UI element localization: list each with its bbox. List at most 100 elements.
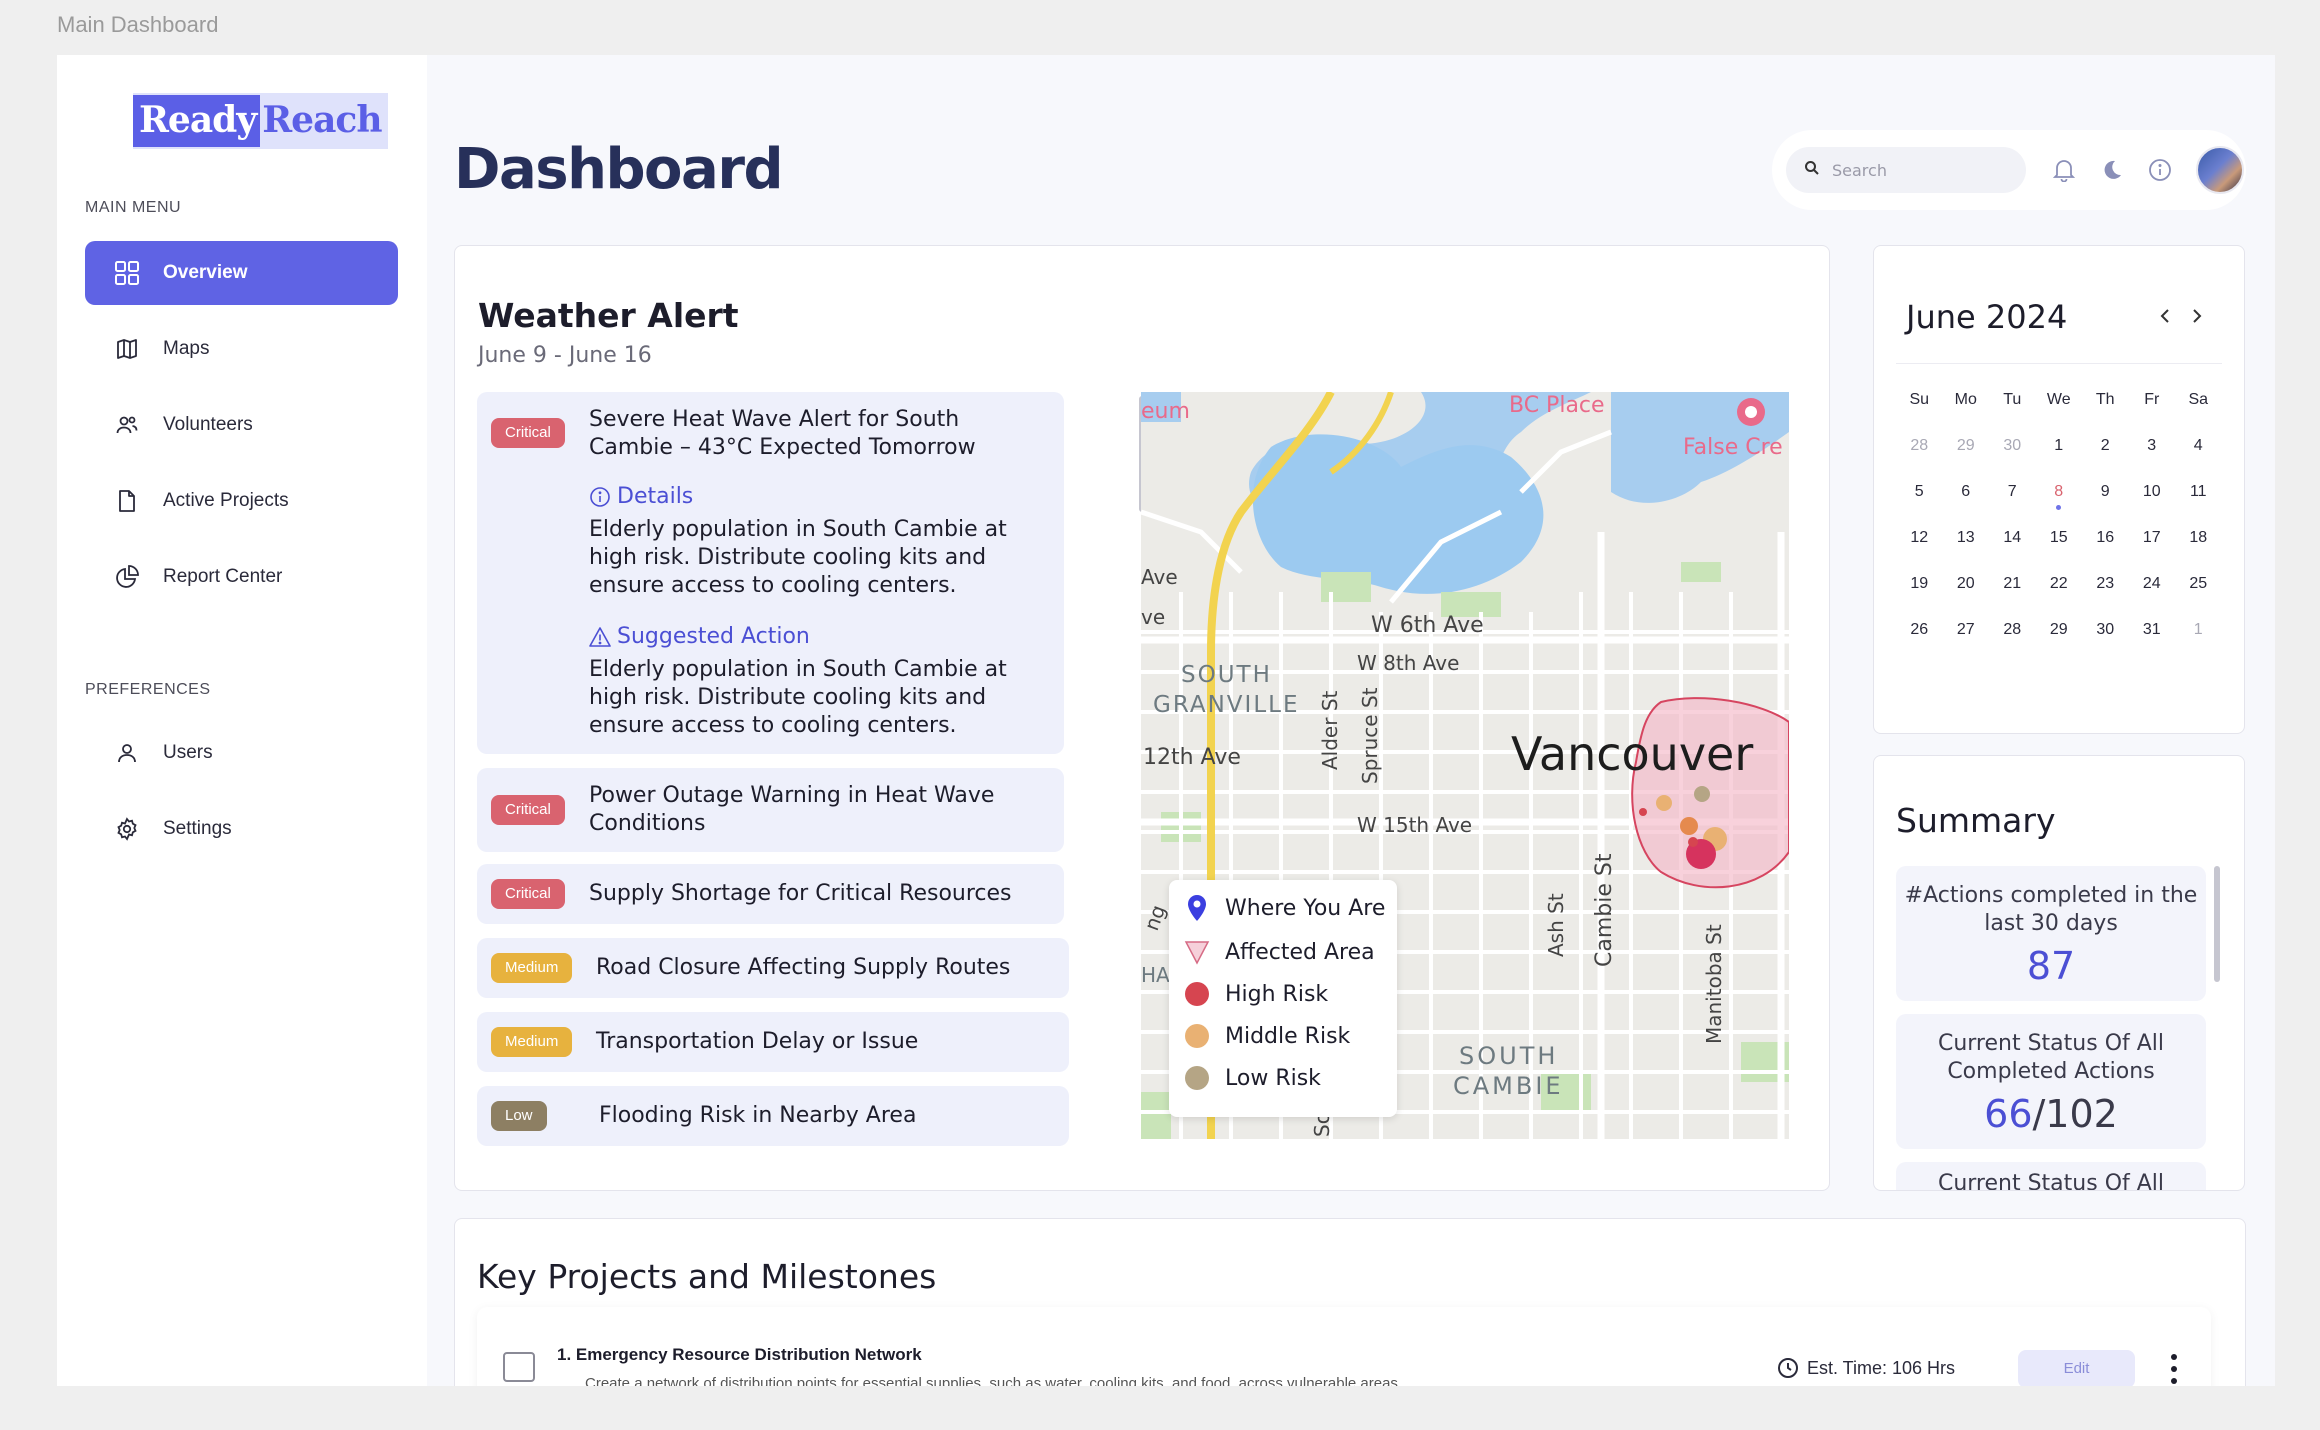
calendar-day[interactable]: 16 bbox=[2082, 529, 2129, 575]
alert-item[interactable]: Critical Supply Shortage for Critical Re… bbox=[477, 864, 1064, 924]
calendar-week: 5 6 7 8 9 10 11 bbox=[1896, 483, 2222, 529]
calendar-day[interactable]: 15 bbox=[2036, 529, 2083, 575]
project-name: 1. Emergency Resource Distribution Netwo… bbox=[557, 1345, 922, 1364]
sidebar-item-maps[interactable]: Maps bbox=[85, 317, 398, 381]
calendar-day[interactable]: 20 bbox=[1943, 575, 1990, 621]
map-label-south-cambie-1: SOUTH bbox=[1459, 1042, 1558, 1070]
weather-alert-title: Weather Alert bbox=[478, 296, 739, 335]
chevron-right-icon[interactable] bbox=[2189, 306, 2205, 331]
calendar-day[interactable]: 29 bbox=[2036, 621, 2083, 667]
moon-icon[interactable] bbox=[2098, 156, 2126, 184]
calendar-day[interactable]: 9 bbox=[2082, 483, 2129, 529]
calendar-day[interactable]: 31 bbox=[2129, 621, 2176, 667]
calendar-day[interactable]: 1 bbox=[2175, 621, 2222, 667]
pie-chart-icon bbox=[113, 563, 141, 591]
calendar-day-today[interactable]: 8 bbox=[2036, 483, 2083, 529]
info-icon[interactable] bbox=[2146, 156, 2174, 184]
calendar-day[interactable]: 12 bbox=[1896, 529, 1943, 575]
map-label-manitoba: Manitoba St bbox=[1702, 924, 1726, 1044]
calendar-day[interactable]: 13 bbox=[1943, 529, 1990, 575]
legend-label: Middle Risk bbox=[1225, 1023, 1351, 1049]
legend-label: Affected Area bbox=[1225, 939, 1375, 965]
calendar-day[interactable]: 3 bbox=[2129, 437, 2176, 483]
calendar-day[interactable]: 21 bbox=[1989, 575, 2036, 621]
project-checkbox[interactable] bbox=[503, 1352, 535, 1382]
low-risk-dot bbox=[1185, 1066, 1209, 1090]
location-pin-icon bbox=[1183, 894, 1211, 922]
map-label-ng: ng bbox=[1141, 902, 1170, 934]
avatar[interactable] bbox=[2196, 146, 2244, 194]
chevron-left-icon[interactable] bbox=[2157, 306, 2173, 331]
calendar-day[interactable]: 29 bbox=[1943, 437, 1990, 483]
people-icon bbox=[113, 411, 141, 439]
sidebar-item-settings[interactable]: Settings bbox=[85, 797, 398, 861]
calendar-day[interactable]: 6 bbox=[1943, 483, 1990, 529]
map-label-museum: eum bbox=[1141, 399, 1190, 424]
triangle-icon bbox=[1183, 938, 1211, 966]
alert-item[interactable]: Medium Transportation Delay or Issue bbox=[477, 1012, 1069, 1072]
details-heading[interactable]: Details bbox=[589, 484, 693, 509]
calendar-day[interactable]: 27 bbox=[1943, 621, 1990, 667]
app: Ready Reach MAIN MENU Overview Maps Volun… bbox=[57, 55, 2275, 1386]
calendar-day[interactable]: 17 bbox=[2129, 529, 2176, 575]
sidebar-item-users[interactable]: Users bbox=[85, 721, 398, 785]
calendar-day[interactable]: 2 bbox=[2082, 437, 2129, 483]
warning-icon bbox=[589, 626, 611, 648]
calendar-day[interactable]: 25 bbox=[2175, 575, 2222, 621]
summary-scrollbar[interactable] bbox=[2214, 866, 2220, 982]
calendar-week: 28 29 30 1 2 3 4 bbox=[1896, 437, 2222, 483]
calendar-day[interactable]: 28 bbox=[1896, 437, 1943, 483]
sidebar-item-label: Volunteers bbox=[163, 414, 253, 435]
brand-logo[interactable]: Ready Reach bbox=[133, 93, 388, 149]
suggested-action-text: Elderly population in South Cambie at hi… bbox=[589, 657, 1007, 738]
calendar-day[interactable]: 30 bbox=[2082, 621, 2129, 667]
stat-completed-status: Current Status Of All Completed Actions … bbox=[1896, 1014, 2206, 1149]
severity-badge: Medium bbox=[491, 953, 573, 983]
calendar-day[interactable]: 28 bbox=[1989, 621, 2036, 667]
map-label-south-granville-1: SOUTH bbox=[1181, 662, 1272, 688]
calendar-day[interactable]: 4 bbox=[2175, 437, 2222, 483]
window-title: Main Dashboard bbox=[57, 12, 219, 37]
legend-where-you-are: Where You Are bbox=[1183, 894, 1385, 922]
calendar-day[interactable]: 1 bbox=[2036, 437, 2083, 483]
sidebar-item-active-projects[interactable]: Active Projects bbox=[85, 469, 398, 533]
projects-title: Key Projects and Milestones bbox=[477, 1257, 937, 1296]
sidebar-item-report-center[interactable]: Report Center bbox=[85, 545, 398, 609]
alert-item-expanded[interactable]: Critical Severe Heat Wave Alert for Sout… bbox=[477, 392, 1064, 754]
edit-button[interactable]: Edit bbox=[2018, 1350, 2135, 1386]
legend-label: Low Risk bbox=[1225, 1065, 1321, 1091]
info-icon bbox=[589, 486, 611, 508]
suggested-action-heading[interactable]: Suggested Action bbox=[589, 624, 810, 649]
alert-item[interactable]: Low Flooding Risk in Nearby Area bbox=[477, 1086, 1069, 1146]
severity-badge: Critical bbox=[491, 795, 565, 825]
alert-item[interactable]: Medium Road Closure Affecting Supply Rou… bbox=[477, 938, 1069, 998]
map-label-spruce: Spruce St bbox=[1358, 687, 1382, 784]
risk-map[interactable]: BC Place False Cre eum Ave ve W 6th Ave … bbox=[1141, 392, 1789, 1139]
calendar-grid: Su Mo Tu We Th Fr Sa 28 29 30 1 2 3 4 5 … bbox=[1896, 391, 2222, 667]
calendar-day[interactable]: 7 bbox=[1989, 483, 2036, 529]
calendar-day[interactable]: 5 bbox=[1896, 483, 1943, 529]
weather-alert-card: Weather Alert June 9 - June 16 Critical … bbox=[454, 245, 1830, 1191]
calendar-day[interactable]: 24 bbox=[2129, 575, 2176, 621]
alert-item[interactable]: Critical Power Outage Warning in Heat Wa… bbox=[477, 768, 1064, 852]
stat-label: #Actions completed in the last 30 days bbox=[1904, 883, 2198, 936]
calendar-day[interactable]: 19 bbox=[1896, 575, 1943, 621]
sidebar-item-volunteers[interactable]: Volunteers bbox=[85, 393, 398, 457]
more-options-icon[interactable] bbox=[2162, 1351, 2186, 1386]
calendar-day[interactable]: 22 bbox=[2036, 575, 2083, 621]
sidebar-item-overview[interactable]: Overview bbox=[85, 241, 398, 305]
calendar-day[interactable]: 14 bbox=[1989, 529, 2036, 575]
calendar-day[interactable]: 23 bbox=[2082, 575, 2129, 621]
calendar-day[interactable]: 18 bbox=[2175, 529, 2222, 575]
calendar-weekday-row: Su Mo Tu We Th Fr Sa bbox=[1896, 391, 2222, 437]
bell-icon[interactable] bbox=[2050, 156, 2078, 184]
search-input[interactable]: Search bbox=[1786, 147, 2026, 193]
summary-card: Summary #Actions completed in the last 3… bbox=[1873, 755, 2245, 1191]
calendar-day[interactable]: 11 bbox=[2175, 483, 2222, 529]
stat-value: 87 bbox=[2026, 944, 2076, 988]
calendar-day[interactable]: 26 bbox=[1896, 621, 1943, 667]
calendar-day[interactable]: 30 bbox=[1989, 437, 2036, 483]
map-legend: Where You Are Affected Area High Risk Mi… bbox=[1169, 880, 1397, 1117]
legend-low-risk: Low Risk bbox=[1183, 1064, 1321, 1092]
calendar-day[interactable]: 10 bbox=[2129, 483, 2176, 529]
